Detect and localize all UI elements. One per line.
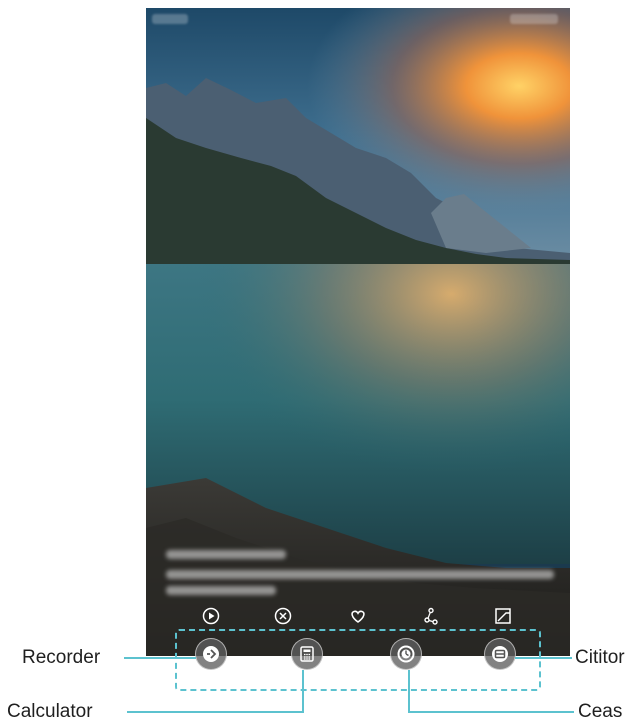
clock-label: Ceas [578, 701, 623, 722]
recorder-shortcut-button[interactable] [195, 638, 227, 670]
heart-icon[interactable] [349, 607, 367, 625]
reader-label: Cititor [575, 647, 625, 668]
status-bar-right [510, 14, 558, 24]
calculator-label: Calculator [7, 701, 93, 722]
phone-lock-screen [146, 8, 570, 656]
clock-callout-line [408, 670, 574, 713]
reader-shortcut-button[interactable] [484, 638, 516, 670]
play-icon[interactable] [202, 607, 220, 625]
calculator-shortcut-button[interactable] [291, 638, 323, 670]
recorder-label: Recorder [22, 647, 101, 668]
clock-shortcut-button[interactable] [390, 638, 422, 670]
share-icon[interactable] [422, 607, 440, 625]
magazine-title-blurred [166, 550, 286, 559]
image-icon[interactable] [494, 607, 512, 625]
calculator-icon [300, 646, 314, 662]
scanner-icon [492, 646, 508, 662]
calculator-callout-line [127, 670, 304, 713]
microphone-icon [203, 646, 219, 662]
magazine-caption-blurred [166, 570, 554, 579]
status-bar-left [152, 14, 188, 24]
magazine-caption-blurred-2 [166, 586, 276, 595]
close-circle-icon[interactable] [274, 607, 292, 625]
clock-icon [397, 645, 415, 663]
